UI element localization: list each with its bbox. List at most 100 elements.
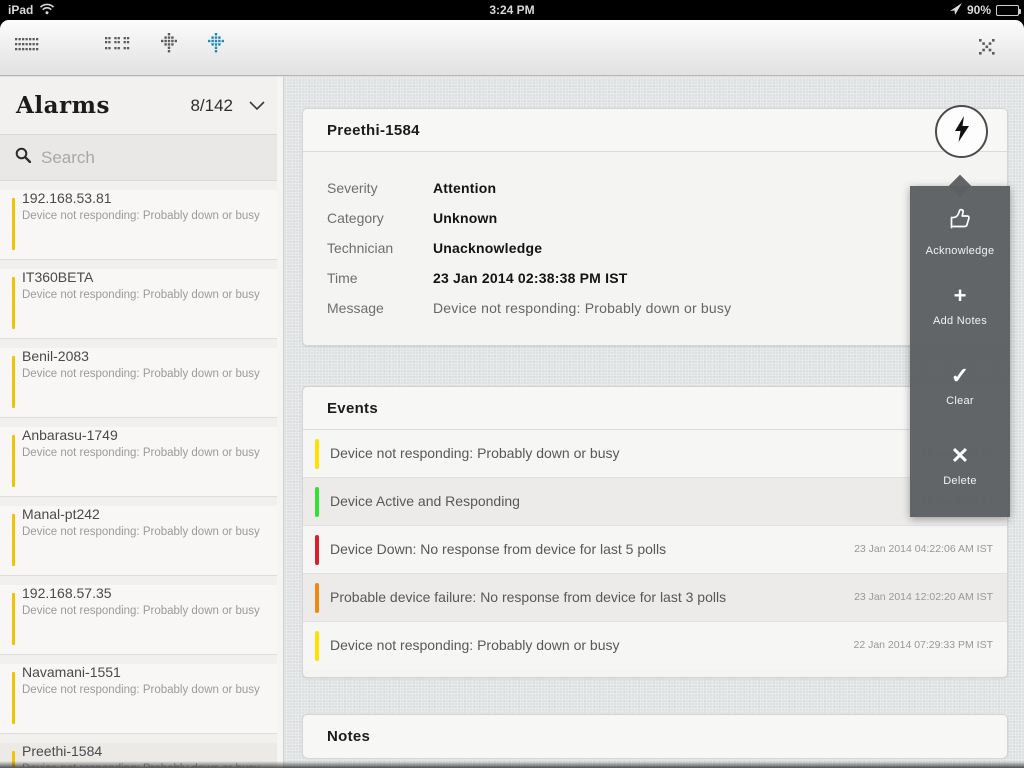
severity-bar — [315, 535, 319, 565]
notes-panel: Notes — [302, 714, 1008, 758]
alarm-list-item[interactable]: 192.168.57.35 Device not responding: Pro… — [0, 585, 283, 655]
field-time: Time 23 Jan 2014 02:38:38 PM IST — [327, 263, 983, 293]
battery-percent: 90% — [966, 3, 991, 17]
field-message: Message Device not responding: Probably … — [327, 293, 983, 323]
crosshair-view-icon[interactable] — [158, 33, 180, 60]
tree-view-icon[interactable] — [205, 33, 227, 62]
location-arrow-icon — [949, 2, 962, 18]
alarm-name: Benil-2083 — [22, 348, 89, 364]
alarm-list: 192.168.53.81 Device not responding: Pro… — [0, 181, 283, 767]
event-text: Device Down: No response from device for… — [330, 541, 667, 557]
alarm-name: 192.168.57.35 — [22, 585, 112, 601]
search-input[interactable] — [41, 147, 241, 168]
field-technician: Technician Unacknowledge — [327, 233, 983, 263]
app-window: Alarms 8/142 192.168.53.81 Device not re… — [0, 20, 1024, 768]
close-icon[interactable] — [978, 38, 996, 61]
events-title: Events — [303, 387, 1007, 430]
alarm-detail-area: Preethi-1584 Severity Attention Category… — [285, 77, 1024, 768]
event-time: 23 Jan 2014 04:22:06 AM IST — [854, 543, 993, 555]
alarms-title: Alarms — [16, 92, 110, 119]
alarm-name: Anbarasu-1749 — [22, 427, 118, 443]
close-icon: ✕ — [950, 443, 970, 468]
severity-bar — [12, 356, 15, 408]
severity-bar — [315, 583, 319, 613]
event-row[interactable]: Device Down: No response from device for… — [303, 526, 1007, 574]
alarm-message: Device not responding: Probably down or … — [22, 210, 260, 222]
alarm-name: 192.168.53.81 — [22, 190, 112, 206]
severity-bar — [12, 514, 15, 566]
field-label: Severity — [327, 180, 378, 196]
alarm-list-item[interactable]: Anbarasu-1749 Device not responding: Pro… — [0, 427, 283, 497]
field-label: Time — [327, 270, 358, 286]
event-text: Probable device failure: No response fro… — [330, 589, 727, 605]
alarm-list-item[interactable]: Navamani-1551 Device not responding: Pro… — [0, 664, 283, 734]
alarms-sidebar: Alarms 8/142 192.168.53.81 Device not re… — [0, 77, 284, 768]
events-panel: Events Device not responding: Probably d… — [302, 386, 1008, 678]
event-row[interactable]: Device Active and Responding 23 Jan 2014… — [303, 478, 1007, 526]
clear-button[interactable]: ✓ Clear — [910, 346, 1010, 426]
alarms-header: Alarms 8/142 — [0, 77, 283, 135]
event-time: 23 Jan 2014 12:02:20 AM IST — [854, 591, 993, 603]
alarm-name: Preethi-1584 — [22, 743, 103, 759]
event-time: 22 Jan 2014 07:29:33 PM IST — [853, 639, 993, 651]
event-text: Device not responding: Probably down or … — [330, 445, 620, 461]
acknowledge-button[interactable]: Acknowledge — [910, 186, 1010, 266]
alarm-message: Device not responding: Probably down or … — [22, 605, 260, 617]
alarm-message: Device not responding: Probably down or … — [22, 684, 260, 696]
alarm-detail-panel: Preethi-1584 Severity Attention Category… — [302, 108, 1008, 346]
action-label: Add Notes — [932, 315, 988, 327]
check-icon: ✓ — [950, 363, 970, 388]
delete-button[interactable]: ✕ Delete — [910, 426, 1010, 506]
field-value: Device not responding: Probably down or … — [433, 300, 732, 316]
field-value: 23 Jan 2014 02:38:38 PM IST — [433, 270, 628, 286]
severity-bar — [315, 439, 319, 469]
event-row[interactable]: Device not responding: Probably down or … — [303, 430, 1007, 478]
bottom-shadow — [0, 761, 1024, 768]
status-bar: iPad 3:24 PM 90% — [0, 0, 1024, 20]
plus-icon: + — [953, 283, 967, 308]
field-label: Category — [327, 210, 384, 226]
field-value: Attention — [433, 180, 497, 196]
severity-bar — [12, 435, 15, 487]
search-icon — [15, 147, 32, 168]
action-label: Acknowledge — [925, 244, 995, 257]
alarm-message: Device not responding: Probably down or … — [22, 526, 260, 538]
notes-title: Notes — [303, 715, 1007, 758]
alarm-list-item[interactable]: 192.168.53.81 Device not responding: Pro… — [0, 190, 283, 260]
alarm-detail-title: Preethi-1584 — [303, 109, 1007, 152]
severity-bar — [12, 593, 15, 645]
severity-bar — [12, 198, 15, 250]
event-text: Device Active and Responding — [330, 493, 520, 509]
field-label: Message — [327, 300, 384, 316]
alarm-message: Device not responding: Probably down or … — [22, 447, 260, 459]
field-category: Category Unknown — [327, 203, 983, 233]
alarm-actions-button[interactable] — [935, 105, 988, 158]
field-value: Unknown — [433, 210, 498, 226]
battery-icon — [996, 4, 1021, 16]
action-label: Delete — [943, 475, 977, 487]
field-label: Technician — [327, 240, 394, 256]
alarm-message: Device not responding: Probably down or … — [22, 368, 260, 380]
action-label: Clear — [946, 395, 974, 407]
event-row[interactable]: Device not responding: Probably down or … — [303, 622, 1007, 670]
alarm-actions-popover: Acknowledge + Add Notes ✓ Clear ✕ Delete — [910, 186, 1010, 517]
alarm-message: Device not responding: Probably down or … — [22, 289, 260, 301]
grid-view-icon[interactable] — [105, 37, 133, 57]
alarm-name: Manal-pt242 — [22, 506, 100, 522]
toolbar — [0, 20, 1024, 76]
events-list: Device not responding: Probably down or … — [303, 430, 1007, 670]
event-text: Device not responding: Probably down or … — [330, 637, 620, 653]
alarm-list-item[interactable]: Manal-pt242 Device not responding: Proba… — [0, 506, 283, 576]
alarm-name: IT360BETA — [22, 269, 94, 285]
chevron-down-icon[interactable] — [249, 101, 265, 110]
alarm-list-item[interactable]: IT360BETA Device not responding: Probabl… — [0, 269, 283, 339]
thumbs-up-icon — [947, 206, 973, 237]
severity-bar — [315, 487, 319, 517]
alarm-list-item[interactable]: Benil-2083 Device not responding: Probab… — [0, 348, 283, 418]
sidebar-gutter — [277, 77, 283, 768]
event-row[interactable]: Probable device failure: No response fro… — [303, 574, 1007, 622]
add-notes-button[interactable]: + Add Notes — [910, 266, 1010, 346]
list-view-icon[interactable] — [15, 38, 40, 57]
field-severity: Severity Attention — [327, 173, 983, 203]
alarms-count: 8/142 — [190, 95, 233, 115]
